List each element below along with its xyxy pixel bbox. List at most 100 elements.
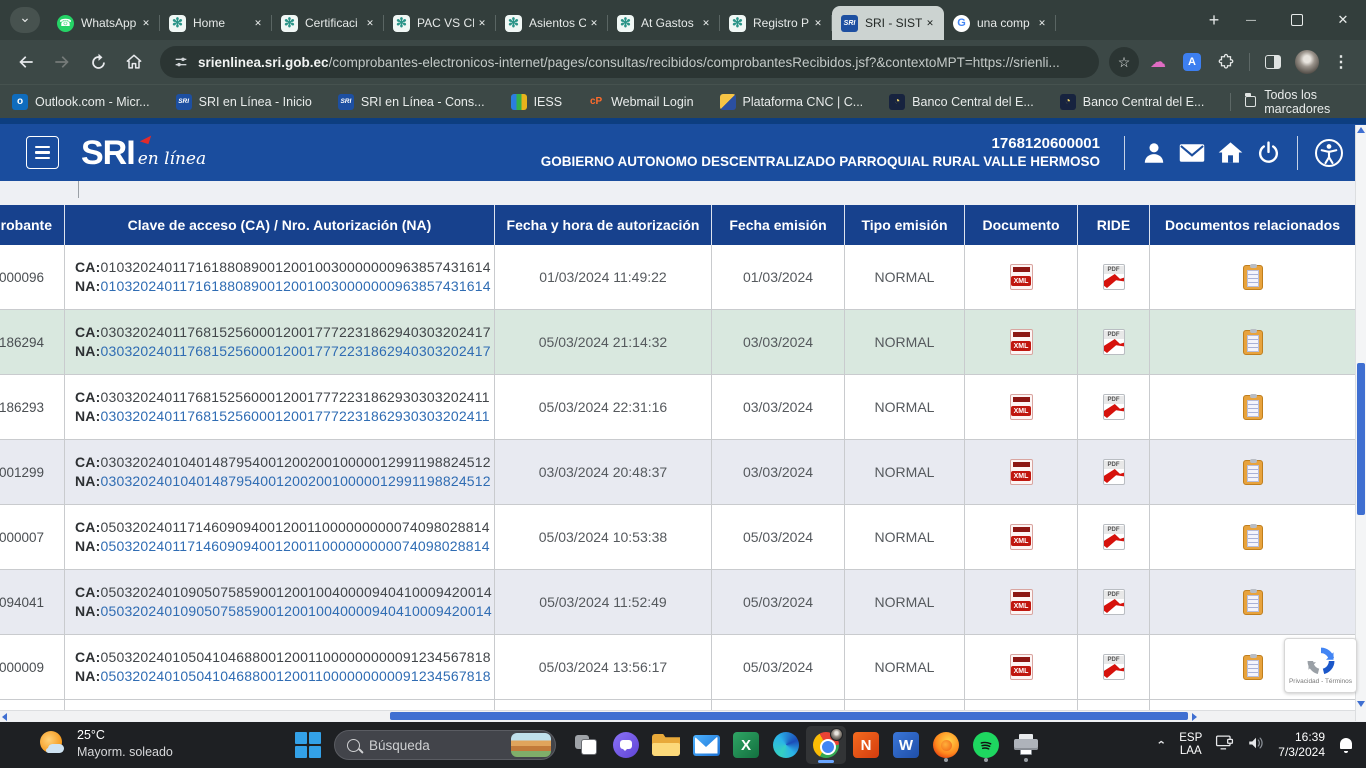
reload-icon[interactable] xyxy=(82,46,114,78)
scroll-up-icon[interactable] xyxy=(1357,127,1365,133)
search-highlight-image[interactable] xyxy=(511,733,551,757)
translate-icon[interactable] xyxy=(1177,47,1207,77)
user-icon[interactable] xyxy=(1135,136,1173,170)
home-page-icon[interactable] xyxy=(1211,136,1249,170)
edge-button[interactable] xyxy=(766,726,806,764)
taskbar-weather-widget[interactable]: 25°C Mayorm. soleado xyxy=(38,727,173,761)
xml-download-icon[interactable] xyxy=(1010,329,1033,355)
scroll-down-icon[interactable] xyxy=(1357,701,1365,707)
pdf-download-icon[interactable] xyxy=(1103,394,1125,420)
browser-tab[interactable]: WhatsApp xyxy=(48,6,160,40)
tab-close-icon[interactable] xyxy=(922,15,938,31)
task-view-button[interactable] xyxy=(566,726,606,764)
site-info-icon[interactable] xyxy=(166,47,196,77)
horizontal-scrollbar[interactable] xyxy=(0,710,1355,721)
hidden-icons-chevron[interactable]: ⌃ xyxy=(1156,739,1166,750)
tab-close-icon[interactable] xyxy=(250,15,266,31)
all-bookmarks-button[interactable]: Todos los marcadores xyxy=(1230,88,1350,116)
tab-close-icon[interactable] xyxy=(474,15,490,31)
scroll-right-icon[interactable] xyxy=(1192,713,1197,721)
pdf-download-icon[interactable] xyxy=(1103,264,1125,290)
related-documents-icon[interactable] xyxy=(1243,330,1263,355)
side-panel-icon[interactable] xyxy=(1258,47,1288,77)
browser-tab[interactable]: SRI - SISTE xyxy=(832,6,944,40)
browser-tab[interactable]: Registro P xyxy=(720,6,832,40)
na-value-link[interactable]: 0503202401090507585900120010040000940410… xyxy=(100,603,491,619)
menu-hamburger-icon[interactable] xyxy=(26,136,59,169)
forward-icon[interactable] xyxy=(46,46,78,78)
tab-close-icon[interactable] xyxy=(586,15,602,31)
related-documents-icon[interactable] xyxy=(1243,590,1263,615)
mail-icon[interactable] xyxy=(1173,136,1211,170)
tab-close-icon[interactable] xyxy=(698,15,714,31)
tab-close-icon[interactable] xyxy=(810,15,826,31)
back-icon[interactable] xyxy=(10,46,42,78)
bookmark-item[interactable]: Webmail Login xyxy=(588,94,693,110)
extensions-puzzle-icon[interactable] xyxy=(1211,47,1241,77)
browser-tab[interactable]: Certificaci xyxy=(272,6,384,40)
pdf-download-icon[interactable] xyxy=(1103,329,1125,355)
window-minimize-button[interactable] xyxy=(1228,0,1274,40)
volume-icon[interactable] xyxy=(1247,735,1265,756)
logout-power-icon[interactable] xyxy=(1249,136,1287,170)
related-documents-icon[interactable] xyxy=(1243,525,1263,550)
horizontal-scrollbar-thumb[interactable] xyxy=(390,712,1188,720)
chrome-button[interactable] xyxy=(806,726,846,764)
bookmark-item[interactable]: Banco Central del E... xyxy=(889,94,1034,110)
scroll-left-icon[interactable] xyxy=(2,713,7,721)
na-value-link[interactable]: 0303202401176815256000120017772231862930… xyxy=(100,408,489,424)
vertical-scrollbar[interactable] xyxy=(1355,125,1366,721)
taskbar-search[interactable]: Búsqueda xyxy=(334,730,556,760)
xml-download-icon[interactable] xyxy=(1010,459,1033,485)
notifications-bell-icon[interactable] xyxy=(1338,737,1354,753)
start-button[interactable] xyxy=(295,732,321,758)
pdf-download-icon[interactable] xyxy=(1103,524,1125,550)
spotify-button[interactable] xyxy=(966,726,1006,764)
bookmark-item[interactable]: IESS xyxy=(511,94,563,110)
xml-download-icon[interactable] xyxy=(1010,524,1033,550)
nitro-pdf-button[interactable]: N xyxy=(846,726,886,764)
pdf-download-icon[interactable] xyxy=(1103,654,1125,680)
xml-download-icon[interactable] xyxy=(1010,264,1033,290)
tab-search-button[interactable] xyxy=(10,7,40,33)
printer-button[interactable] xyxy=(1006,726,1046,764)
address-bar[interactable]: srienlinea.sri.gob.ec/comprobantes-elect… xyxy=(160,46,1099,78)
firefox-button[interactable] xyxy=(926,726,966,764)
tab-close-icon[interactable] xyxy=(138,15,154,31)
window-close-button[interactable] xyxy=(1320,0,1366,40)
bookmark-item[interactable]: Outlook.com - Micr... xyxy=(12,94,150,110)
related-documents-icon[interactable] xyxy=(1243,395,1263,420)
na-value-link[interactable]: 0503202401171460909400120011000000000074… xyxy=(100,538,489,554)
na-value-link[interactable]: 0503202401050410468800120011000000000091… xyxy=(100,668,490,684)
browser-tab[interactable]: At Gastos xyxy=(608,6,720,40)
browser-tab[interactable]: PAC VS CE xyxy=(384,6,496,40)
excel-button[interactable]: X xyxy=(726,726,766,764)
extension-cloud-icon[interactable] xyxy=(1143,47,1173,77)
bookmark-item[interactable]: SRI en Línea - Cons... xyxy=(338,94,485,110)
related-documents-icon[interactable] xyxy=(1243,655,1263,680)
na-value-link[interactable]: 0303202401176815256000120017772231862940… xyxy=(100,343,490,359)
profile-avatar[interactable] xyxy=(1292,47,1322,77)
taskbar-clock[interactable]: 16:39 7/3/2024 xyxy=(1278,730,1325,760)
home-icon[interactable] xyxy=(118,46,150,78)
word-button[interactable]: W xyxy=(886,726,926,764)
browser-menu-icon[interactable] xyxy=(1326,47,1356,77)
xml-download-icon[interactable] xyxy=(1010,589,1033,615)
bookmark-item[interactable]: SRI en Línea - Inicio xyxy=(176,94,312,110)
accessibility-icon[interactable] xyxy=(1310,136,1348,170)
new-tab-button[interactable] xyxy=(1200,6,1228,34)
na-value-link[interactable]: 0303202401040148795400120020010000012991… xyxy=(100,473,490,489)
browser-tab[interactable]: Asientos C xyxy=(496,6,608,40)
pdf-download-icon[interactable] xyxy=(1103,459,1125,485)
xml-download-icon[interactable] xyxy=(1010,394,1033,420)
sri-logo[interactable]: SRI en línea xyxy=(81,136,206,170)
browser-tab[interactable]: Home xyxy=(160,6,272,40)
xml-download-icon[interactable] xyxy=(1010,654,1033,680)
na-value-link[interactable]: 0103202401171618808900120010030000000963… xyxy=(100,278,490,294)
bookmark-item[interactable]: Banco Central del E... xyxy=(1060,94,1205,110)
file-explorer-button[interactable] xyxy=(646,726,686,764)
pdf-download-icon[interactable] xyxy=(1103,589,1125,615)
language-indicator[interactable]: ESPLAA xyxy=(1179,732,1202,758)
tab-close-icon[interactable] xyxy=(1034,15,1050,31)
recaptcha-badge[interactable]: Privacidad - Términos xyxy=(1284,638,1357,693)
